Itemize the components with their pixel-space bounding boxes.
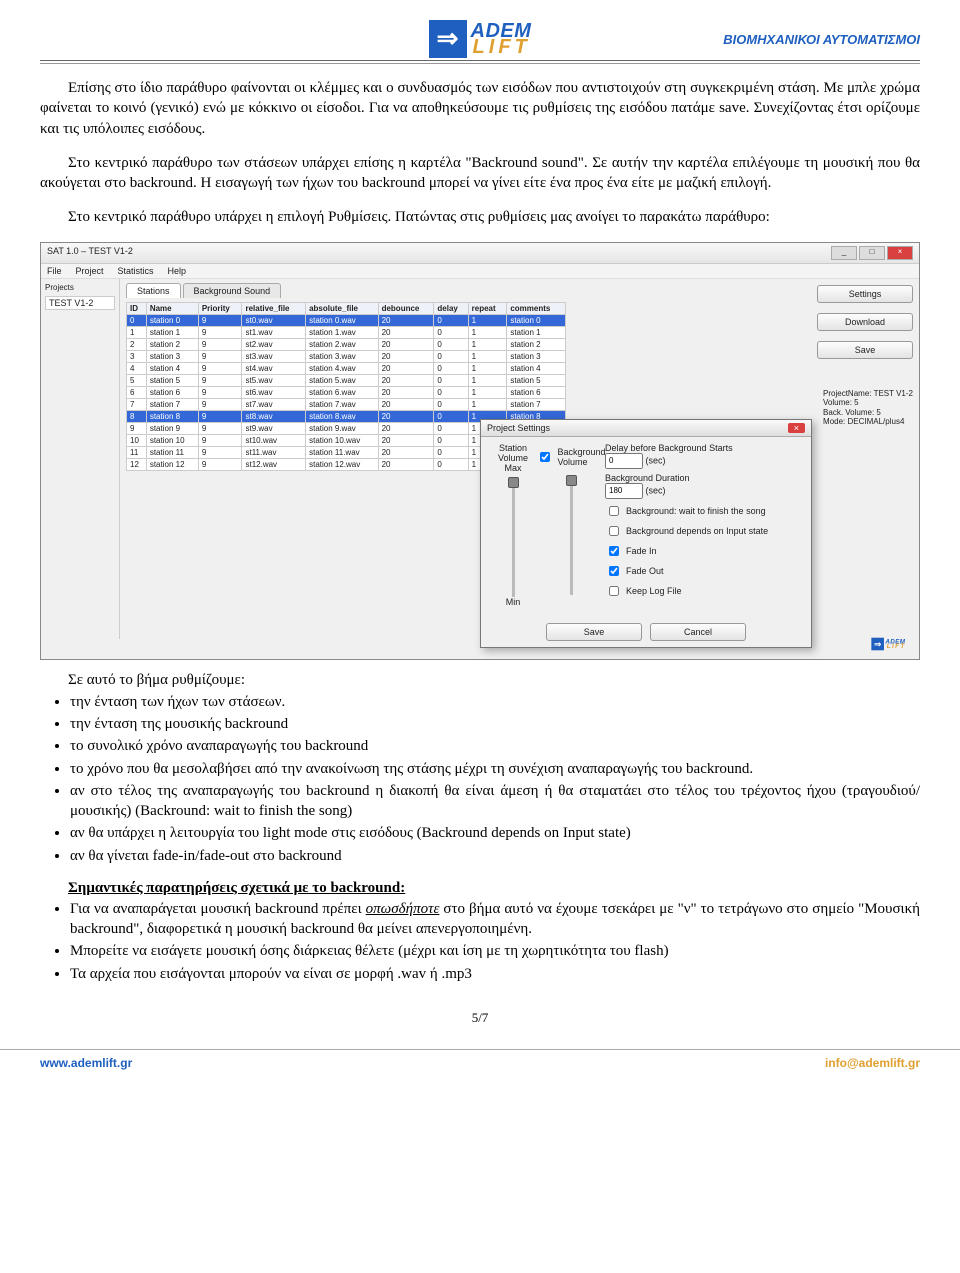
list-item: την ένταση της μουσικής backround: [70, 714, 920, 734]
table-row[interactable]: 7station 79st7.wavstation 7.wav2001stati…: [127, 398, 566, 410]
list-item: την ένταση των ήχων των στάσεων.: [70, 692, 920, 712]
tab-stations[interactable]: Stations: [126, 283, 181, 298]
station-volume-label: Station Volume: [498, 443, 528, 463]
delay-unit: (sec): [646, 455, 666, 465]
settings-list: την ένταση των ήχων των στάσεων.την έντα…: [40, 692, 920, 866]
window-titlebar: SAT 1.0 – TEST V1-2 _ □ ×: [41, 243, 919, 264]
col-delay: delay: [434, 302, 468, 314]
app-logo-icon: ⇒ ADEM LIFT: [871, 637, 905, 650]
list-item: αν θα γίνεται fade-in/fade-out στο backr…: [70, 846, 920, 866]
close-icon[interactable]: ×: [887, 246, 913, 260]
table-row[interactable]: 6station 69st6.wavstation 6.wav2001stati…: [127, 386, 566, 398]
col-repeat: repeat: [468, 302, 507, 314]
minimize-icon[interactable]: _: [831, 246, 857, 260]
list-intro: Σε αυτό το βήμα ρυθμίζουμε:: [68, 670, 920, 690]
notes-list: Για να αναπαράγεται μουσική backround πρ…: [40, 899, 920, 984]
paragraph-3: Στο κεντρικό παράθυρο υπάρχει η επιλογή …: [40, 207, 920, 227]
menu-project[interactable]: Project: [76, 266, 104, 276]
col-Priority: Priority: [198, 302, 242, 314]
delay-input[interactable]: [605, 453, 643, 469]
col-debounce: debounce: [378, 302, 434, 314]
sidebar-item-project[interactable]: TEST V1-2: [45, 296, 115, 310]
page-number: 5/7: [40, 1010, 920, 1026]
app-screenshot: SAT 1.0 – TEST V1-2 _ □ × File Project S…: [40, 242, 920, 660]
menu-help[interactable]: Help: [168, 266, 187, 276]
slider-min-label: Min: [506, 597, 521, 607]
settings-button[interactable]: Settings: [817, 285, 913, 303]
background-volume-label: Background Volume: [557, 447, 605, 467]
list-item: Μπορείτε να εισάγετε μουσική όσης διάρκε…: [70, 941, 920, 961]
chk-fade-out[interactable]: [609, 566, 619, 576]
logo: ⇒ ADEM LIFT: [429, 20, 532, 58]
col-absolute_file: absolute_file: [306, 302, 378, 314]
page-footer: www.ademlift.gr info@ademlift.gr: [0, 1049, 960, 1080]
logo-lift: LIFT: [471, 39, 532, 55]
maximize-icon[interactable]: □: [859, 246, 885, 260]
menu-statistics[interactable]: Statistics: [118, 266, 154, 276]
list-item: αν θα υπάρχει η λειτουργία του light mod…: [70, 823, 920, 843]
background-volume-slider[interactable]: Background Volume: [547, 443, 595, 607]
header-subtitle: ΒΙΟΜΗΧΑΝΙΚΟΙ ΑΥΤΟΜΑΤΙΣΜΟΙ: [723, 32, 920, 47]
project-info: ProjectName: TEST V1-2 Volume: 5 Back. V…: [823, 389, 913, 427]
chk-depends-input[interactable]: [609, 526, 619, 536]
menubar: File Project Statistics Help: [41, 264, 919, 279]
delay-label: Delay before Background Starts: [605, 443, 803, 453]
paragraph-2: Στο κεντρικό παράθυρο των στάσεων υπάρχε…: [40, 153, 920, 194]
list-item: Τα αρχεία που εισάγονται μπορούν να είνα…: [70, 964, 920, 984]
dialog-title: Project Settings: [487, 423, 550, 433]
arrow-icon: ⇒: [429, 20, 467, 58]
save-button[interactable]: Save: [817, 341, 913, 359]
list-item: το συνολικό χρόνο αναπαραγωγής του backr…: [70, 736, 920, 756]
table-row[interactable]: 5station 59st5.wavstation 5.wav2001stati…: [127, 374, 566, 386]
chk-wait-finish[interactable]: [609, 506, 619, 516]
table-row[interactable]: 4station 49st4.wavstation 4.wav2001stati…: [127, 362, 566, 374]
menu-file[interactable]: File: [47, 266, 62, 276]
col-Name: Name: [146, 302, 198, 314]
download-button[interactable]: Download: [817, 313, 913, 331]
table-row[interactable]: 0station 09st0.wavstation 0.wav2001stati…: [127, 314, 566, 326]
window-title: SAT 1.0 – TEST V1-2: [47, 246, 133, 260]
sidebar-header: Projects: [45, 283, 115, 292]
footer-mail: info@ademlift.gr: [825, 1056, 920, 1070]
list-item: Για να αναπαράγεται μουσική backround πρ…: [70, 899, 920, 940]
paragraph-1: Επίσης στο ίδιο παράθυρο φαίνονται οι κλ…: [40, 78, 920, 139]
tab-background-sound[interactable]: Background Sound: [183, 283, 282, 298]
main-panel: Stations Background Sound IDNamePriority…: [120, 279, 787, 639]
page-header: ⇒ ADEM LIFT ΒΙΟΜΗΧΑΝΙΚΟΙ ΑΥΤΟΜΑΤΙΣΜΟΙ: [40, 20, 920, 61]
sidebar: Projects TEST V1-2: [41, 279, 120, 639]
dialog-close-icon[interactable]: ×: [788, 423, 805, 433]
col-relative_file: relative_file: [242, 302, 306, 314]
table-row[interactable]: 3station 39st3.wavstation 3.wav2001stati…: [127, 350, 566, 362]
project-settings-dialog: Project Settings × Station Volume Max Mi…: [480, 419, 812, 648]
list-item: το χρόνο που θα μεσολαβήσει από την ανακ…: [70, 759, 920, 779]
chk-keep-log[interactable]: [609, 586, 619, 596]
slider-max-label: Max: [504, 463, 521, 473]
duration-label: Background Duration: [605, 473, 803, 483]
chk-fade-in[interactable]: [609, 546, 619, 556]
col-comments: comments: [507, 302, 566, 314]
col-ID: ID: [127, 302, 147, 314]
station-volume-slider[interactable]: Station Volume Max Min: [489, 443, 537, 607]
footer-web: www.ademlift.gr: [40, 1056, 132, 1070]
list-item: αν στο τέλος της αναπαραγωγής του backro…: [70, 781, 920, 822]
duration-input[interactable]: [605, 483, 643, 499]
background-volume-checkbox[interactable]: [540, 452, 550, 462]
table-row[interactable]: 1station 19st1.wavstation 1.wav2001stati…: [127, 326, 566, 338]
table-row[interactable]: 2station 29st2.wavstation 2.wav2001stati…: [127, 338, 566, 350]
duration-unit: (sec): [646, 485, 666, 495]
notes-title: Σημαντικές παρατηρήσεις σχετικά με το ba…: [68, 880, 920, 897]
